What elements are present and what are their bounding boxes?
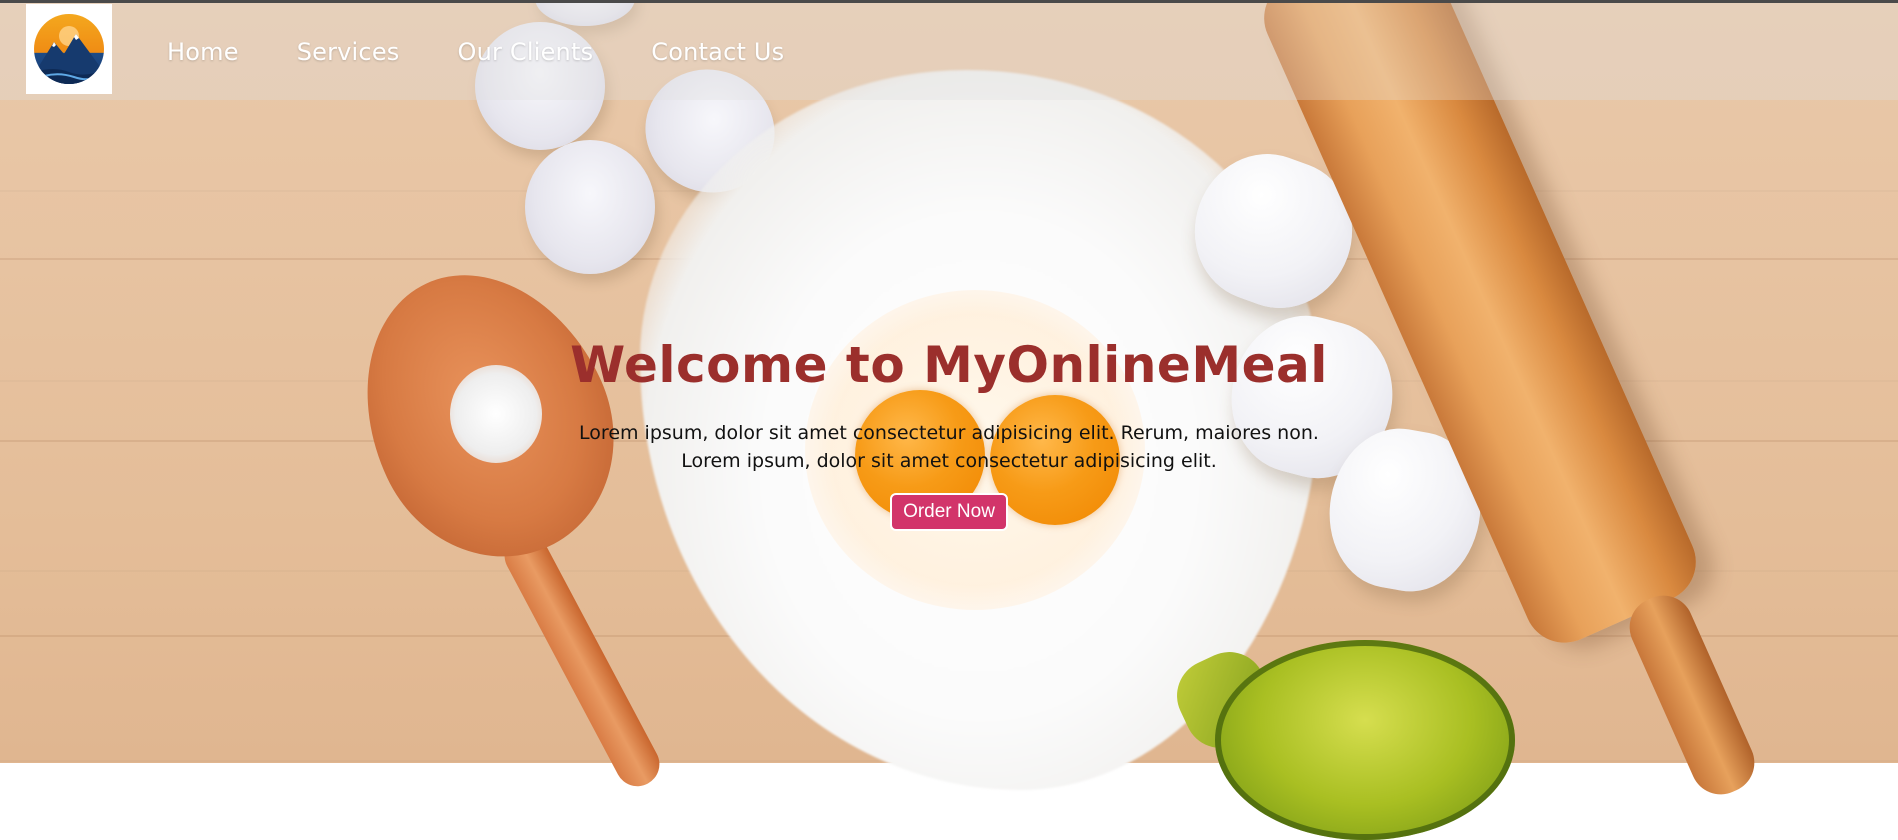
hero-section: Welcome to MyOnlineMeal Lorem ipsum, dol… (0, 0, 1898, 763)
order-now-button[interactable]: Order Now (890, 493, 1008, 531)
navbar: Home Services Our Clients Contact Us (0, 3, 1898, 100)
hero-text-line: Lorem ipsum, dolor sit amet consectetur … (579, 422, 1319, 444)
hero-description: Lorem ipsum, dolor sit amet consectetur … (0, 419, 1898, 475)
nav-link-services[interactable]: Services (297, 38, 400, 66)
nav-link-contact-us[interactable]: Contact Us (651, 38, 784, 66)
nav-link-home[interactable]: Home (167, 38, 239, 66)
logo-link[interactable] (26, 4, 112, 94)
top-border-line (0, 0, 1898, 3)
nav-links: Home Services Our Clients Contact Us (167, 3, 842, 100)
mountain-sunset-logo-icon (34, 14, 104, 84)
hero-title: Welcome to MyOnlineMeal (570, 336, 1328, 394)
hero-text-line: Lorem ipsum, dolor sit amet consectetur … (681, 450, 1217, 472)
nav-link-our-clients[interactable]: Our Clients (458, 38, 594, 66)
